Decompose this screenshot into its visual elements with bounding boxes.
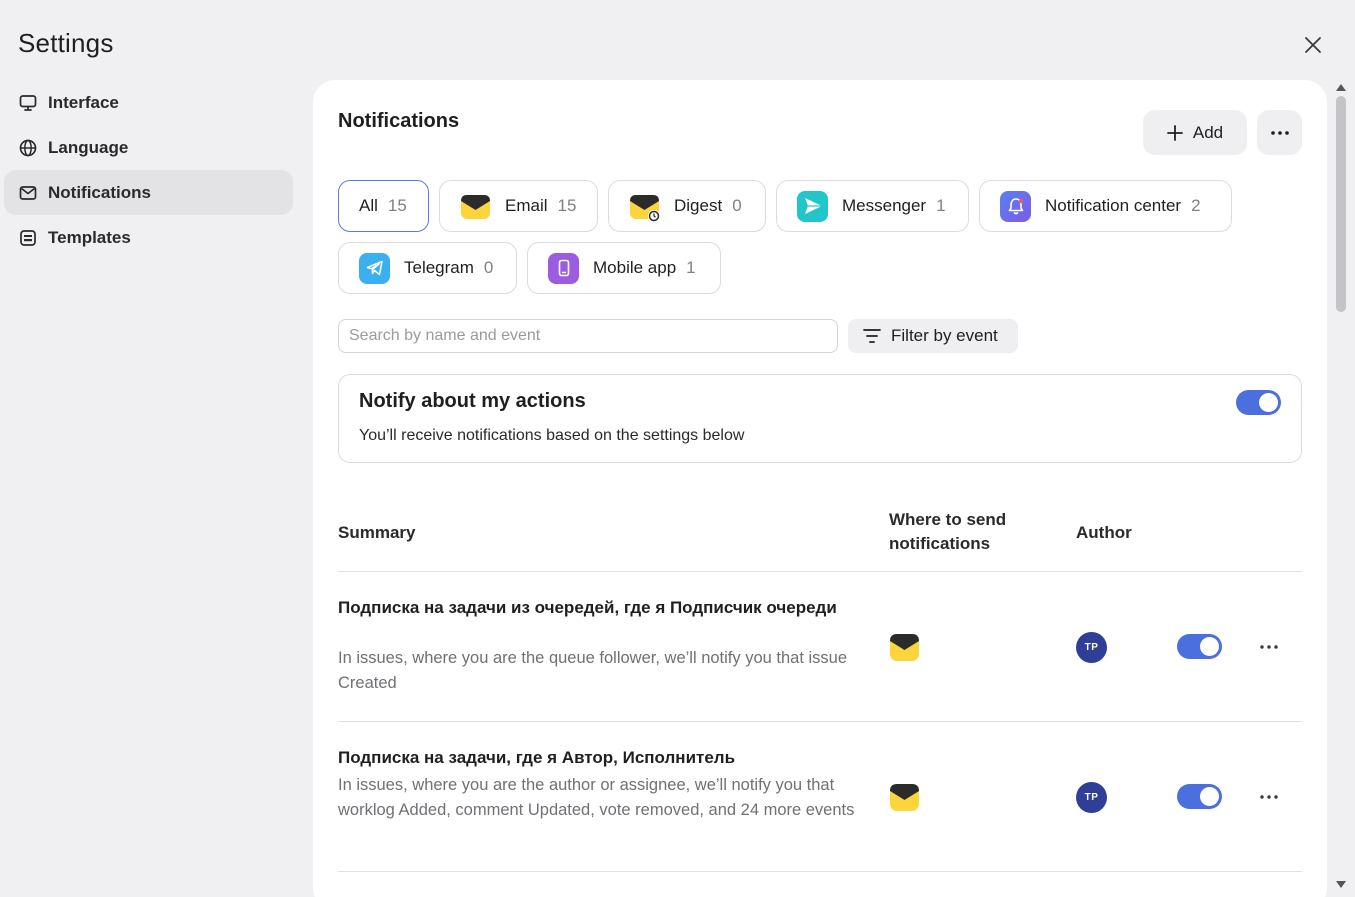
digest-icon xyxy=(629,191,660,222)
notify-my-actions-card: Notify about my actions You’ll receive n… xyxy=(338,374,1302,463)
ellipsis-icon xyxy=(1260,645,1278,649)
avatar: TP xyxy=(1076,632,1107,663)
chip-label: Email xyxy=(505,196,548,215)
divider xyxy=(338,871,1302,872)
column-header-where-to-send: Where to send notifications xyxy=(889,508,1006,556)
row-more-button[interactable] xyxy=(1256,634,1282,660)
close-icon xyxy=(1305,37,1321,53)
email-icon xyxy=(889,632,920,663)
filter-by-event-button[interactable]: Filter by event xyxy=(848,319,1018,353)
sidebar-item-label: Notifications xyxy=(48,182,151,202)
sidebar-item-templates[interactable]: Templates xyxy=(4,215,293,260)
row-enabled-toggle[interactable] xyxy=(1177,634,1222,659)
header-line: Where to send xyxy=(889,510,1007,529)
chip-count: 0 xyxy=(483,258,494,277)
mobile-icon xyxy=(548,252,579,284)
email-icon xyxy=(889,782,920,813)
sidebar: Interface Language Notifications Templat… xyxy=(4,80,293,260)
scroll-down-arrow-icon xyxy=(1336,881,1346,888)
ellipsis-icon xyxy=(1260,795,1278,799)
notify-card-title: Notify about my actions xyxy=(359,390,586,412)
row-title: Подписка на задачи, где я Автор, Исполни… xyxy=(338,748,736,767)
row-description: In issues, where you are the author or a… xyxy=(338,776,855,820)
filter-label: Filter by event xyxy=(891,326,998,345)
scrollbar-thumb[interactable] xyxy=(1336,96,1346,312)
row-enabled-toggle[interactable] xyxy=(1177,784,1222,809)
email-icon xyxy=(460,191,491,222)
chip-label: Messenger xyxy=(842,196,927,215)
divider xyxy=(338,571,1302,572)
page-title: Notifications xyxy=(338,110,460,132)
add-button[interactable]: Add xyxy=(1143,110,1247,155)
notify-my-actions-toggle[interactable] xyxy=(1236,390,1281,415)
tab-mobile-app[interactable]: Mobile app 1 xyxy=(527,242,721,294)
filter-icon xyxy=(863,329,881,343)
tab-digest[interactable]: Digest 0 xyxy=(608,180,766,232)
chip-count: 1 xyxy=(686,258,696,277)
tab-messenger[interactable]: Messenger 1 xyxy=(776,180,969,232)
tab-telegram[interactable]: Telegram 0 xyxy=(338,242,517,294)
sidebar-item-notifications[interactable]: Notifications xyxy=(4,170,293,215)
chip-count: 15 xyxy=(387,196,407,215)
ellipsis-icon xyxy=(1270,130,1289,135)
sidebar-item-language[interactable]: Language xyxy=(4,125,293,170)
row-description: In issues, where you are the queue follo… xyxy=(338,649,848,693)
chip-label: Mobile app xyxy=(593,258,677,277)
tab-notification-center[interactable]: Notification center 2 xyxy=(979,180,1232,232)
row-more-button[interactable] xyxy=(1256,784,1282,810)
chip-label: Digest xyxy=(674,196,723,215)
search-input[interactable] xyxy=(338,319,838,353)
sidebar-item-label: Language xyxy=(48,137,129,157)
chip-count: 15 xyxy=(557,196,577,215)
globe-icon xyxy=(18,138,38,158)
sidebar-item-label: Interface xyxy=(48,92,119,112)
chip-count: 1 xyxy=(936,196,946,215)
sidebar-item-label: Templates xyxy=(48,227,131,247)
close-button[interactable] xyxy=(1300,32,1326,58)
header-line: notifications xyxy=(889,533,991,553)
notifications-panel: Notifications Add All 15 Email 15 Digest… xyxy=(313,80,1327,897)
divider xyxy=(338,721,1302,722)
scroll-up-arrow-icon xyxy=(1336,84,1346,91)
tab-email[interactable]: Email 15 xyxy=(439,180,598,232)
chip-label: Notification center xyxy=(1045,196,1182,215)
add-label: Add xyxy=(1192,122,1224,142)
envelope-icon xyxy=(18,183,38,203)
sidebar-item-interface[interactable]: Interface xyxy=(4,80,293,125)
plus-icon xyxy=(1166,124,1183,141)
chip-count: 0 xyxy=(732,196,742,215)
monitor-icon xyxy=(18,93,38,113)
bell-icon xyxy=(1000,190,1031,222)
tab-all[interactable]: All 15 xyxy=(338,180,429,232)
chip-count: 2 xyxy=(1191,196,1201,215)
chip-label: Telegram xyxy=(404,258,474,277)
chip-label: All xyxy=(359,196,378,215)
template-icon xyxy=(18,228,38,248)
avatar: TP xyxy=(1076,782,1107,813)
column-header-summary: Summary xyxy=(338,523,416,542)
row-title: Подписка на задачи из очередей, где я По… xyxy=(338,598,837,617)
app-title: Settings xyxy=(18,28,114,58)
messenger-icon xyxy=(797,190,828,222)
notify-card-description: You’ll receive notifications based on th… xyxy=(359,427,745,444)
column-header-author: Author xyxy=(1076,523,1132,542)
telegram-icon xyxy=(359,252,390,284)
more-options-button[interactable] xyxy=(1257,110,1302,155)
